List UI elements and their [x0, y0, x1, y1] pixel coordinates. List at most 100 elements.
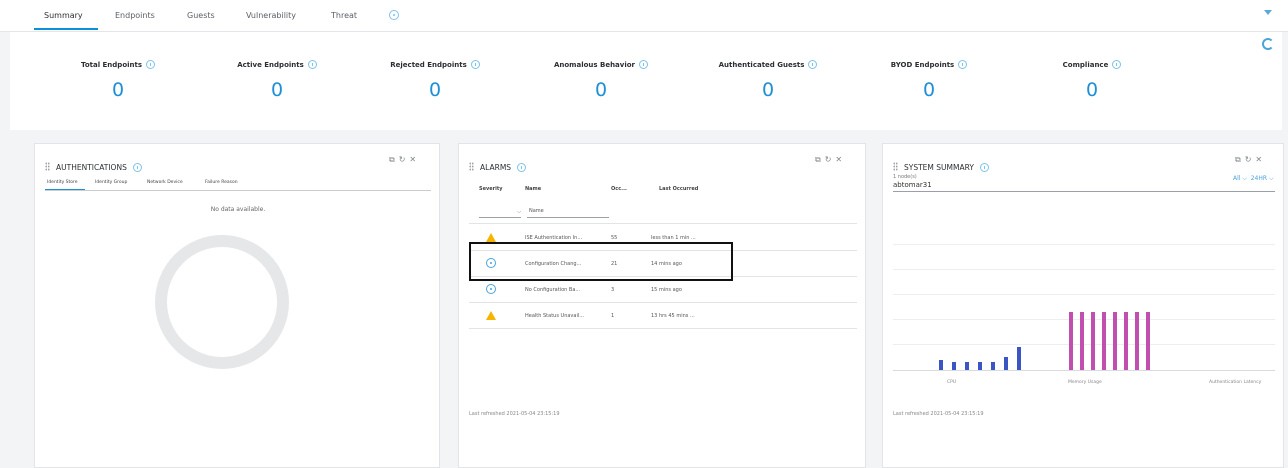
chart-baseline [893, 370, 1275, 371]
metric-value[interactable]: 0 [685, 79, 851, 101]
metric-value[interactable]: 0 [846, 79, 1012, 101]
time-range-select[interactable]: 24HR [1251, 175, 1267, 182]
alarm-name[interactable]: ISE Authentication In... [525, 235, 582, 241]
memory-usage-bar [1124, 312, 1128, 370]
drag-handle-icon[interactable] [469, 162, 474, 171]
tab-threat[interactable]: Threat [331, 11, 357, 20]
tab-guests[interactable]: Guests [187, 11, 215, 20]
alarm-last-occurred: 15 mins ago [651, 287, 682, 293]
tab-endpoints[interactable]: Endpoints [115, 11, 155, 20]
cpu-bar [978, 362, 982, 370]
metric-authenticated-guests[interactable]: Authenticated Guests 0 [685, 60, 851, 101]
alarm-name[interactable]: Health Status Unavail... [525, 313, 584, 319]
cpu-bar [991, 362, 995, 370]
x-label-memory-usage: Memory Usage [1068, 380, 1102, 385]
metric-value[interactable]: 0 [1009, 79, 1175, 101]
metric-label: Authenticated Guests [718, 61, 805, 69]
tab-vulnerability[interactable]: Vulnerability [246, 11, 296, 20]
drag-handle-icon[interactable] [45, 162, 50, 171]
chevron-down-icon[interactable] [1264, 10, 1272, 15]
metric-rejected-endpoints[interactable]: Rejected Endpoints 0 [352, 60, 518, 101]
memory-usage-bar [1069, 312, 1073, 370]
add-dashboard-icon[interactable] [389, 10, 399, 20]
info-icon[interactable] [517, 163, 527, 172]
memory-usage-bar [1080, 312, 1084, 370]
refresh-icon[interactable] [1262, 38, 1274, 50]
metric-anomalous-behavior[interactable]: Anomalous Behavior 0 [518, 60, 684, 101]
detach-icon[interactable]: ⧉ [1235, 155, 1245, 164]
metric-compliance[interactable]: Compliance 0 [1009, 60, 1175, 101]
scope-filter-select[interactable]: All [1233, 175, 1240, 182]
memory-usage-bar [1113, 312, 1117, 370]
detach-icon[interactable]: ⧉ [815, 155, 825, 164]
refresh-icon[interactable]: ↻ [825, 155, 836, 164]
refresh-icon[interactable]: ↻ [1245, 155, 1256, 164]
alarms-dashlet: ALARMS ⧉↻✕ Severity Name Occ... Last Occ… [458, 143, 866, 468]
alarm-occurrences: 55 [611, 235, 618, 241]
alarm-last-occurred: 13 hrs 45 mins ... [651, 313, 695, 319]
metric-total-endpoints[interactable]: Total Endpoints 0 [35, 60, 201, 101]
node-hostname-select[interactable]: abtomar31 [893, 181, 932, 189]
last-refreshed-text: Last refreshed 2021-05-04 23:15:19 [893, 411, 984, 417]
column-name[interactable]: Name [525, 186, 541, 192]
active-tab-indicator [34, 28, 98, 30]
refresh-icon[interactable]: ↻ [399, 155, 410, 164]
close-icon[interactable]: ✕ [409, 155, 420, 164]
last-refreshed-text: Last refreshed 2021-05-04 23:15:19 [469, 411, 560, 417]
warning-icon [486, 233, 496, 242]
metric-label: BYOD Endpoints [890, 61, 955, 69]
metric-active-endpoints[interactable]: Active Endpoints 0 [194, 60, 360, 101]
metric-value[interactable]: 0 [194, 79, 360, 101]
info-icon[interactable] [307, 60, 317, 69]
x-label-authentication-latency: Authentication Latency [1209, 380, 1262, 385]
info-icon[interactable] [979, 163, 989, 172]
memory-usage-bar [1102, 312, 1106, 370]
metric-byod-endpoints[interactable]: BYOD Endpoints 0 [846, 60, 1012, 101]
empty-state-text: No data available. [210, 206, 266, 213]
tab-failure-reason[interactable]: Failure Reason [205, 180, 238, 185]
info-icon[interactable] [958, 60, 968, 69]
memory-usage-bar [1135, 312, 1139, 370]
info-icon[interactable] [146, 60, 156, 69]
column-last-occurred[interactable]: Last Occurred [659, 186, 698, 192]
tab-summary[interactable]: Summary [44, 11, 83, 20]
info-icon[interactable] [808, 60, 818, 69]
chevron-down-icon: ⌵ [517, 209, 521, 215]
alarm-name[interactable]: No Configuration Ba... [525, 287, 580, 293]
column-severity[interactable]: Severity [479, 186, 502, 192]
column-occurrences[interactable]: Occ... [611, 186, 627, 192]
info-icon[interactable] [639, 60, 649, 69]
memory-usage-bar [1091, 312, 1095, 370]
tab-network-device[interactable]: Network Device [147, 180, 183, 185]
dashlet-title: SYSTEM SUMMARY [904, 163, 974, 172]
metric-label: Total Endpoints [80, 61, 143, 69]
dashboard-tab-bar: Summary Endpoints Guests Vulnerability T… [0, 0, 1288, 32]
tab-identity-store[interactable]: Identity Store [47, 180, 78, 185]
close-icon[interactable]: ✕ [835, 155, 846, 164]
active-tab-indicator [45, 189, 85, 190]
drag-handle-icon[interactable] [893, 162, 898, 171]
severity-filter-select[interactable]: ⌵ [479, 207, 521, 218]
alarm-occurrences: 1 [611, 313, 615, 319]
metric-value[interactable]: 0 [352, 79, 518, 101]
info-icon[interactable] [1112, 60, 1122, 69]
dashlet-title: AUTHENTICATIONS [56, 163, 127, 172]
node-count: 1 node(s) [893, 174, 917, 180]
authentications-donut-chart [155, 235, 289, 369]
cpu-bar [1017, 347, 1021, 370]
info-icon[interactable] [132, 163, 142, 172]
name-filter-input[interactable]: Name [527, 207, 609, 218]
table-row[interactable]: Health Status Unavail... 1 13 hrs 45 min… [469, 303, 857, 329]
metric-value[interactable]: 0 [518, 79, 684, 101]
alarm-occurrences: 3 [611, 287, 615, 293]
x-label-cpu: CPU [947, 380, 957, 385]
system-summary-dashlet: SYSTEM SUMMARY ⧉↻✕ 1 node(s) abtomar31 A… [882, 143, 1284, 468]
tab-identity-group[interactable]: Identity Group [95, 180, 127, 185]
info-icon[interactable] [470, 60, 480, 69]
highlight-box [469, 242, 733, 281]
close-icon[interactable]: ✕ [1255, 155, 1266, 164]
authentications-dashlet: AUTHENTICATIONS ⧉↻✕ Identity Store Ident… [34, 143, 440, 468]
metric-value[interactable]: 0 [35, 79, 201, 101]
detach-icon[interactable]: ⧉ [389, 155, 399, 164]
metric-label: Active Endpoints [237, 61, 304, 69]
